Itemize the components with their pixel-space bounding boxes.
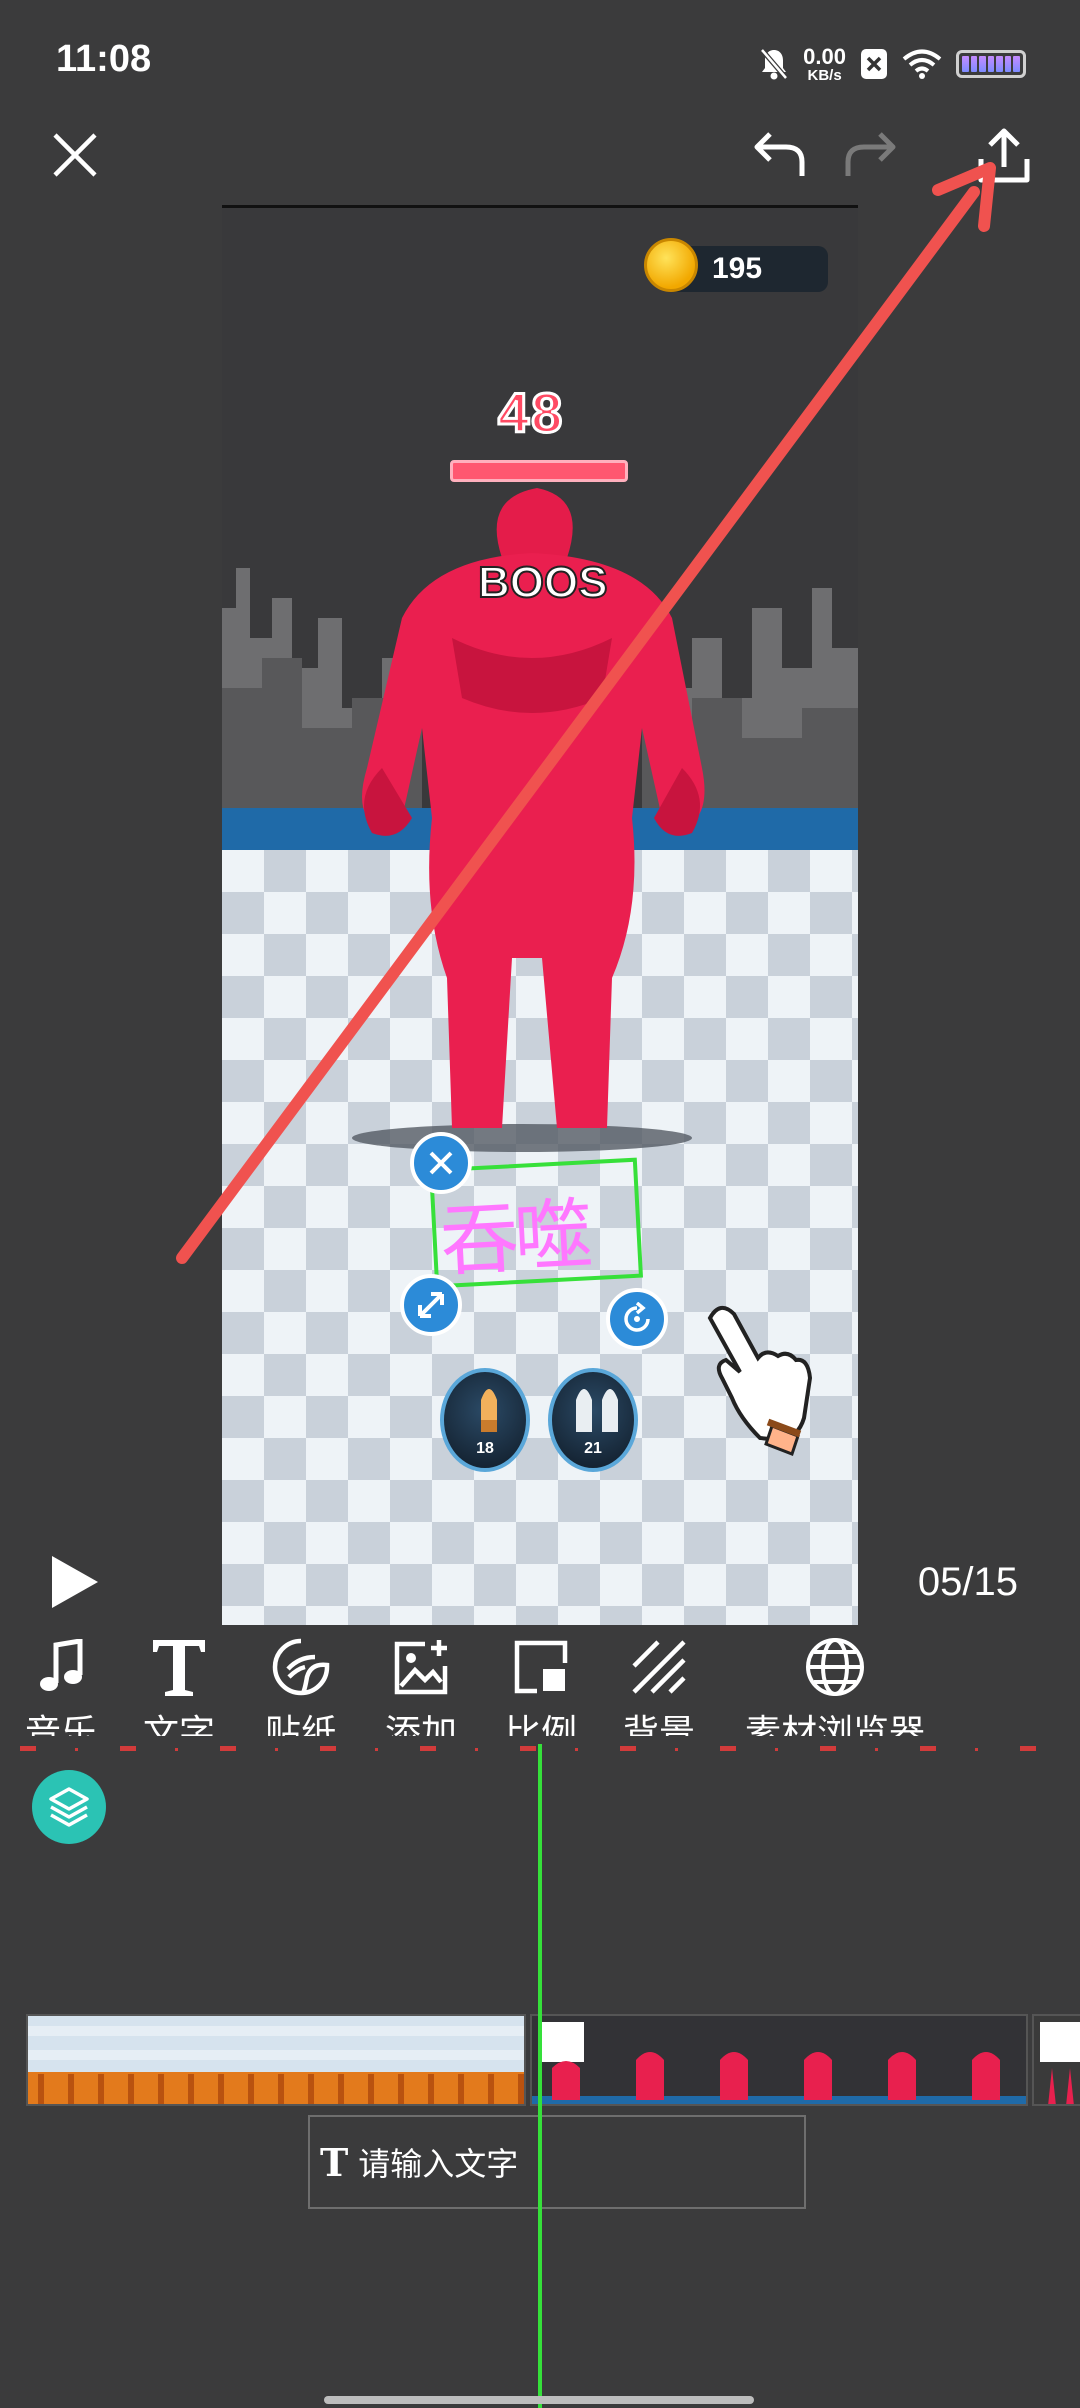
tool-ratio[interactable]: 比例 <box>476 1636 606 1736</box>
boss-label: BOOS <box>477 557 609 608</box>
globe-icon <box>806 1638 864 1696</box>
coin-count: 195 <box>712 252 763 285</box>
video-clip[interactable] <box>530 2014 1028 2106</box>
status-icons: 0.00 KB/s <box>759 38 1026 90</box>
close-icon <box>53 133 97 177</box>
boss-character <box>352 488 705 1152</box>
undo-icon <box>754 132 805 176</box>
music-note-icon <box>40 1639 83 1691</box>
ammo-slot-right: 21 <box>548 1368 638 1472</box>
background-icon <box>632 1640 686 1694</box>
tool-label: 文字 <box>142 1713 215 1736</box>
tool-label: 素材浏览器 <box>744 1713 925 1736</box>
close-icon <box>429 1151 453 1175</box>
time-counter: 05/15 <box>917 1560 1018 1604</box>
tool-music[interactable]: 音乐 <box>0 1636 126 1736</box>
undo-button[interactable] <box>744 118 816 190</box>
sticker-rotate-handle[interactable] <box>606 1288 668 1350</box>
sticker-icon <box>272 1638 330 1696</box>
double-bullet-icon <box>576 1389 618 1432</box>
clip-thumbnails <box>532 2016 1026 2104</box>
text-track-placeholder: 请输入文字 <box>358 2145 519 2183</box>
tool-label: 背景 <box>622 1713 695 1736</box>
clip-thumbnails <box>1034 2016 1080 2104</box>
status-bar: 11:08 0.00 KB/s <box>0 0 1080 120</box>
video-preview[interactable]: 195 48 BOOS 吞噬 18 21 <box>222 205 858 1625</box>
enemy-hp-bar <box>450 460 628 482</box>
wifi-icon <box>902 49 942 79</box>
video-clip[interactable] <box>26 2014 526 2106</box>
text-track[interactable]: T 请输入文字 <box>308 2115 806 2209</box>
network-speed: 0.00 KB/s <box>803 43 846 84</box>
sticker-delete-handle[interactable] <box>410 1132 472 1194</box>
add-image-icon <box>394 1640 448 1695</box>
ammo-count-left: 18 <box>476 1440 494 1457</box>
tool-asset-browser[interactable]: 素材浏览器 <box>720 1636 950 1736</box>
play-icon <box>52 1556 98 1608</box>
redo-button[interactable] <box>834 118 906 190</box>
ammo-slot-left: 18 <box>440 1368 530 1472</box>
upload-icon <box>978 128 1030 183</box>
video-clip[interactable] <box>1032 2014 1080 2106</box>
text-icon <box>153 1640 205 1696</box>
export-button[interactable] <box>966 118 1042 194</box>
bullet-icon <box>481 1389 497 1432</box>
bell-off-icon <box>760 48 789 80</box>
sticker-text[interactable]: 吞噬 <box>437 1172 591 1292</box>
close-button[interactable] <box>40 120 110 190</box>
enemy-hp-number: 48 <box>496 380 565 446</box>
tool-label: 贴纸 <box>264 1713 337 1736</box>
tool-background[interactable]: 背景 <box>594 1636 724 1736</box>
tool-label: 音乐 <box>24 1713 97 1736</box>
clip-thumbnails <box>28 2016 524 2104</box>
redo-icon <box>845 132 896 176</box>
playhead[interactable] <box>538 1744 542 2408</box>
ammo-count-right: 21 <box>584 1440 602 1457</box>
layers-button[interactable] <box>32 1770 106 1844</box>
coin-icon <box>644 238 698 292</box>
video-track[interactable] <box>26 2014 1080 2106</box>
tool-add[interactable]: 添加 <box>356 1636 486 1736</box>
tutorial-hand-icon <box>707 1306 813 1456</box>
rotate-icon <box>624 1302 650 1332</box>
net-speed-value: 0.00 <box>803 43 846 69</box>
status-time: 11:08 <box>56 38 152 80</box>
resize-icon <box>418 1292 444 1318</box>
app-notification-icon <box>861 49 887 79</box>
net-speed-unit: KB/s <box>807 66 842 84</box>
home-indicator[interactable] <box>324 2396 754 2404</box>
aspect-ratio-icon <box>514 1640 568 1694</box>
tool-label: 添加 <box>384 1713 457 1736</box>
tool-sticker[interactable]: 贴纸 <box>236 1636 366 1736</box>
tool-label: 比例 <box>504 1713 577 1736</box>
text-track-icon: T <box>320 2139 349 2185</box>
tool-text[interactable]: 文字 <box>114 1636 244 1736</box>
sticker-resize-handle[interactable] <box>400 1274 462 1336</box>
layers-icon <box>49 1787 89 1827</box>
play-button[interactable] <box>46 1552 102 1617</box>
battery-icon <box>956 50 1026 78</box>
